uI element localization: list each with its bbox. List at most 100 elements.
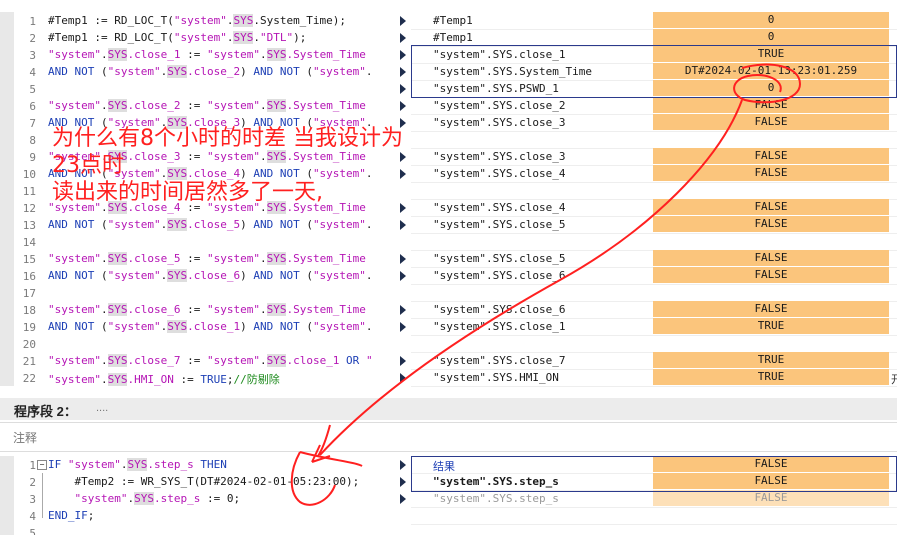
segment-2-comment-field[interactable]: 注释 — [0, 422, 897, 452]
code-gutter — [0, 250, 14, 267]
code-gutter — [0, 46, 14, 63]
code-line[interactable]: 19 AND NOT ("system".SYS.close_1) AND NOT… — [0, 318, 395, 335]
code-token: .close_4 — [127, 201, 181, 214]
code-text: "system".SYS.close_7 := "system".SYS.clo… — [48, 354, 373, 367]
code-line[interactable]: 2 #Temp2 := WR_SYS_T(DT#2024-02-01-05:23… — [0, 473, 395, 490]
line-number: 2 — [29, 476, 36, 489]
code-line[interactable]: 11 — [0, 182, 395, 199]
code-token: "system" — [48, 373, 101, 386]
code-editor-segment-2[interactable]: 1− IF "system".SYS.step_s THEN 2 #Temp2 :=… — [0, 456, 395, 535]
code-token: "system" — [206, 48, 260, 61]
monitor-operand: "system".SYS.close_3 — [433, 116, 566, 129]
grid-line — [411, 524, 897, 525]
code-line[interactable]: 6 "system".SYS.close_2 := "system".SYS.Sy… — [0, 97, 395, 114]
code-line[interactable]: 21 "system".SYS.close_7 := "system".SYS.c… — [0, 352, 395, 369]
segment-2-header[interactable]: 程序段 2： .... — [0, 398, 897, 420]
code-token: .System_Time — [286, 99, 366, 112]
monitor-operand: "system".SYS.close_5 — [433, 218, 566, 231]
code-line[interactable]: 1− IF "system".SYS.step_s THEN — [0, 456, 395, 473]
code-token: "system" — [206, 99, 260, 112]
grid-line — [411, 284, 897, 285]
code-line[interactable]: 3 "system".SYS.close_1 := "system".SYS.Sy… — [0, 46, 395, 63]
line-number: 14 — [22, 236, 36, 249]
code-text: AND NOT ("system".SYS.close_5) AND NOT (… — [48, 218, 373, 231]
code-text: "system".SYS.close_6 := "system".SYS.Sys… — [48, 303, 366, 316]
line-number: 10 — [22, 168, 36, 181]
code-token: . — [259, 354, 267, 367]
code-token: "system" — [107, 269, 161, 282]
code-line[interactable]: 5 — [0, 524, 395, 535]
monitor-row: "system".SYS.HMI_ON TRUE 开 — [395, 369, 897, 386]
monitor-value: FALSE — [653, 301, 889, 317]
code-line[interactable]: 2 #Temp1 := RD_LOC_T("system".SYS."DTL"); — [0, 29, 395, 46]
line-number: 1 — [29, 459, 36, 472]
fold-toggle-icon[interactable]: − — [37, 460, 47, 470]
code-token: //防剔除 — [233, 373, 280, 386]
line-number: 20 — [22, 338, 36, 351]
monitor-value: FALSE — [653, 114, 889, 130]
code-token: . — [259, 303, 267, 316]
code-gutter — [0, 507, 14, 524]
code-token: . — [365, 320, 373, 333]
code-token: . — [100, 303, 108, 316]
code-token: SYS — [167, 65, 188, 78]
code-token: .System_Time — [286, 150, 366, 163]
monitor-row: "system".SYS.System_Time DT#2024-02-01-13… — [395, 63, 897, 80]
code-token: "system" — [107, 320, 161, 333]
code-line[interactable]: 4 END_IF; — [0, 507, 395, 524]
code-token: #Temp1 := RD_LOC_T( — [48, 31, 174, 44]
code-token: .close_3 — [127, 150, 181, 163]
code-line[interactable]: 4 AND NOT ("system".SYS.close_2) AND NOT … — [0, 63, 395, 80]
code-line[interactable]: 14 — [0, 233, 395, 250]
monitor-operand: "system".SYS.step_s — [433, 475, 559, 488]
segment-2-title-placeholder[interactable]: .... — [96, 402, 108, 414]
code-token: .close_2 — [187, 65, 241, 78]
code-line[interactable]: 10 AND NOT ("system".SYS.close_4) AND NOT… — [0, 165, 395, 182]
code-line[interactable]: 5 — [0, 80, 395, 97]
code-line[interactable]: 12 "system".SYS.close_4 := "system".SYS.S… — [0, 199, 395, 216]
code-text: "system".SYS.close_1 := "system".SYS.Sys… — [48, 48, 366, 61]
code-token: := — [180, 201, 207, 214]
code-token: ( — [306, 116, 313, 129]
code-token: . — [100, 48, 108, 61]
code-token: . — [259, 201, 267, 214]
code-line[interactable]: 15 "system".SYS.close_5 := "system".SYS.S… — [0, 250, 395, 267]
monitor-row: #Temp1 0 — [395, 29, 897, 46]
line-number: 7 — [29, 117, 36, 130]
fold-guide-line — [42, 473, 43, 518]
monitor-operand: "system".SYS.close_4 — [433, 201, 566, 214]
line-number: 8 — [29, 134, 36, 147]
code-line[interactable]: 1 #Temp1 := RD_LOC_T("system".SYS.System_… — [0, 12, 395, 29]
code-line[interactable]: 16 AND NOT ("system".SYS.close_6) AND NOT… — [0, 267, 395, 284]
code-line[interactable]: 3 "system".SYS.step_s := 0; — [0, 490, 395, 507]
monitor-value: TRUE — [653, 369, 889, 385]
code-token: := — [180, 99, 207, 112]
monitor-row: "system".SYS.close_4 FALSE — [395, 199, 897, 216]
code-token: .close_6 — [127, 303, 181, 316]
code-token: . — [259, 48, 267, 61]
code-line[interactable]: 7 AND NOT ("system".SYS.close_3) AND NOT … — [0, 114, 395, 131]
code-token: .close_5 — [127, 252, 181, 265]
code-line[interactable]: 18 "system".SYS.close_6 := "system".SYS.S… — [0, 301, 395, 318]
code-editor-segment-1[interactable]: 1 #Temp1 := RD_LOC_T( "system". SYS .System_… — [0, 12, 395, 390]
code-line[interactable]: 22 "system".SYS.HMI_ON := TRUE;//防剔除 — [0, 369, 395, 386]
code-token: ) — [240, 65, 254, 78]
code-token: "system" — [312, 218, 366, 231]
monitor-panel-segment-1: #Temp1 0 #Temp1 0 "system".SYS.close_1 TRUE "s… — [395, 12, 897, 390]
code-token: .close_1 — [127, 48, 181, 61]
code-line[interactable]: 17 — [0, 284, 395, 301]
code-text: AND NOT ("system".SYS.close_2) AND NOT (… — [48, 65, 373, 78]
code-line[interactable]: 8 — [0, 131, 395, 148]
comment-label: 注释 — [13, 431, 38, 445]
code-token: . — [365, 218, 373, 231]
code-gutter — [0, 524, 14, 535]
code-token: " — [365, 354, 373, 367]
code-gutter — [0, 456, 14, 473]
code-line[interactable]: 9 "system".SYS.close_3 := "system".SYS.Sy… — [0, 148, 395, 165]
line-number: 1 — [29, 15, 36, 28]
code-line[interactable]: 13 AND NOT ("system".SYS.close_5) AND NOT… — [0, 216, 395, 233]
monitor-operand: "system".SYS.close_6 — [433, 269, 566, 282]
code-token: ) — [240, 320, 254, 333]
code-line[interactable]: 20 — [0, 335, 395, 352]
code-token: "system" — [107, 167, 161, 180]
